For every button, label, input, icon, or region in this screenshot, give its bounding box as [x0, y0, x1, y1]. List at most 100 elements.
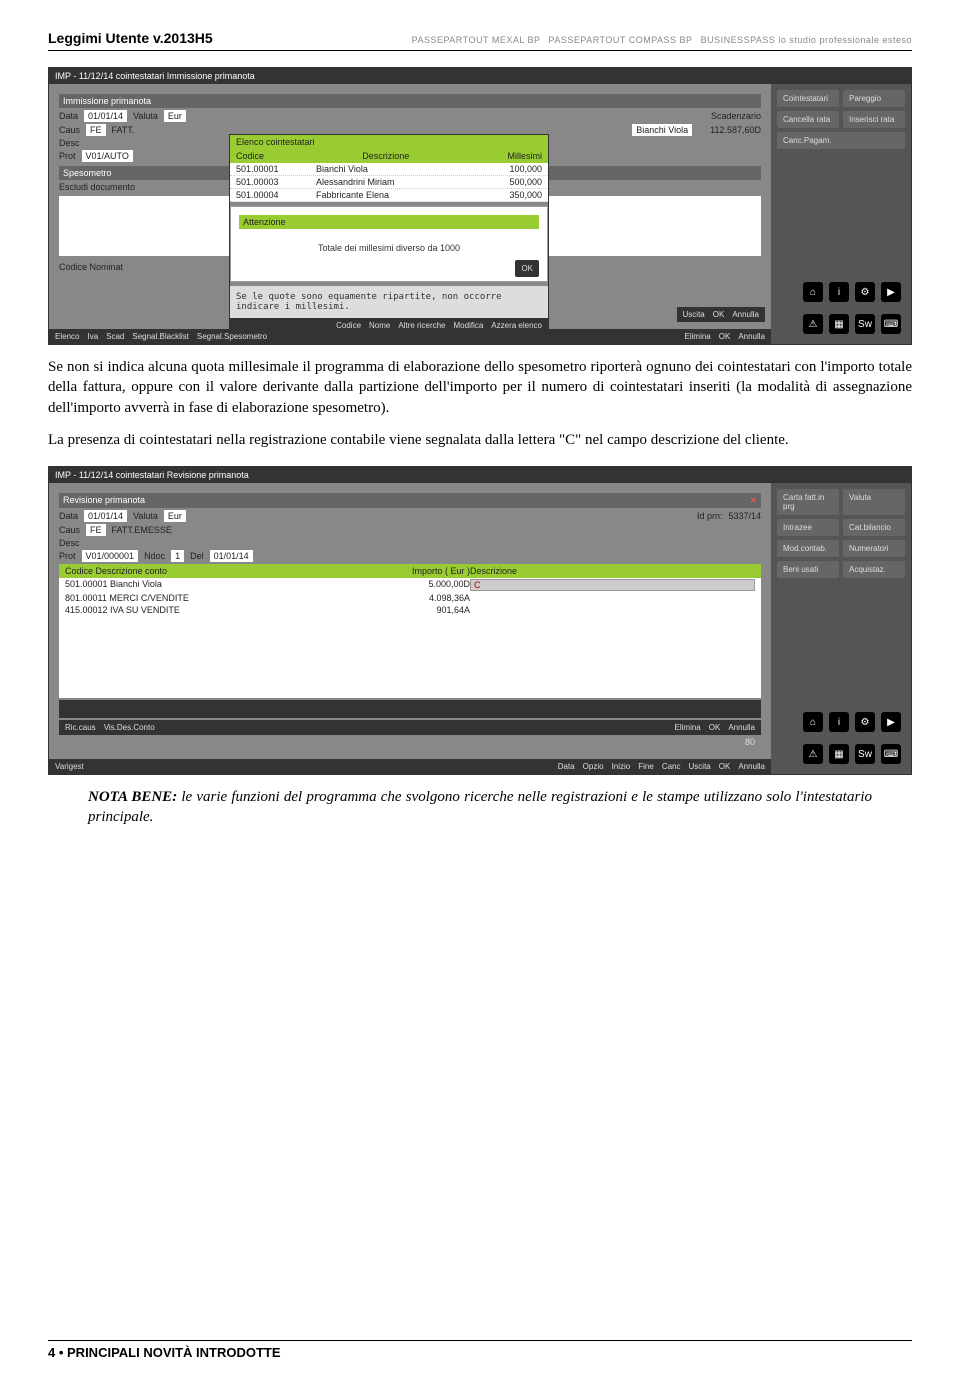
- close-icon[interactable]: ✕: [749, 495, 757, 506]
- opzio-button[interactable]: Opzio: [583, 762, 604, 771]
- side-buttons: Cointestatari Pareggio Cancella rata Ins…: [771, 84, 911, 344]
- sw-icon[interactable]: Sw: [855, 744, 875, 764]
- cointestatari-button[interactable]: Cointestatari: [777, 90, 839, 107]
- annulla-button[interactable]: Annulla: [738, 332, 765, 341]
- main-area: Revisione primanota ✕ Data 01/01/14 Valu…: [49, 483, 771, 774]
- home-icon[interactable]: ⌂: [803, 282, 823, 302]
- info-icon[interactable]: i: [829, 282, 849, 302]
- ok-button[interactable]: OK: [709, 723, 721, 732]
- ok-button[interactable]: OK: [515, 260, 539, 277]
- list-row[interactable]: 501.00003Alessandrini Miriam500,000: [230, 176, 548, 189]
- ndoc-label: Ndoc: [144, 551, 165, 561]
- fine-button[interactable]: Fine: [638, 762, 654, 771]
- caus-field[interactable]: FE: [86, 124, 106, 136]
- list-row[interactable]: 501.00004Fabbricante Elena350,000: [230, 189, 548, 202]
- iva-button[interactable]: Iva: [87, 332, 98, 341]
- escludi-label: Escludi documento: [59, 182, 135, 192]
- settings-icon[interactable]: ⚙: [855, 282, 875, 302]
- th-descr: Descrizione: [470, 566, 755, 576]
- ok-button[interactable]: OK: [713, 310, 725, 319]
- elenco-button[interactable]: Elenco: [55, 332, 79, 341]
- sw-icon[interactable]: Sw: [855, 314, 875, 334]
- acquistaz-button[interactable]: Acquistaz.: [843, 561, 905, 578]
- catbilancio-button[interactable]: Cat.bilancio: [843, 519, 905, 536]
- scad-val[interactable]: Bianchi Viola: [632, 124, 692, 136]
- varigest-button[interactable]: Varigest: [55, 762, 84, 771]
- spesometro-button[interactable]: Segnal.Spesometro: [197, 332, 267, 341]
- th-codice: Codice Descrizione conto: [65, 566, 350, 576]
- brand-compass: PASSEPARTOUT COMPASS BP: [549, 36, 693, 46]
- elimina-button[interactable]: Elimina: [675, 723, 701, 732]
- list-header: Codice Descrizione Millesimi: [230, 149, 548, 163]
- inner-footer1: Uscita OK Annulla: [677, 307, 765, 322]
- intrazee-button[interactable]: Intrazee: [777, 519, 839, 536]
- canc-button[interactable]: Canc: [662, 762, 681, 771]
- play-icon[interactable]: ▶: [881, 282, 901, 302]
- amount-label: 112.587,60D: [710, 125, 761, 135]
- info-icon[interactable]: i: [829, 712, 849, 732]
- screenshot-2: IMP - 11/12/14 cointestatari Revisione p…: [48, 466, 912, 775]
- beniusati-button[interactable]: Beni usati: [777, 561, 839, 578]
- annulla-button[interactable]: Annulla: [738, 762, 765, 771]
- blacklist-button[interactable]: Segnal.Blacklist: [132, 332, 188, 341]
- annulla-button[interactable]: Annulla: [732, 310, 759, 319]
- page-indicator: 80: [59, 735, 761, 749]
- home-icon[interactable]: ⌂: [803, 712, 823, 732]
- idprn-label: Id prn:: [697, 511, 723, 521]
- table-row[interactable]: 415.00012 IVA SU VENDITE901,64A: [59, 604, 761, 616]
- scadenzario-title: Scadenzario: [711, 111, 761, 121]
- data-label: Data: [59, 511, 78, 521]
- del-field[interactable]: 01/01/14: [210, 550, 253, 562]
- elimina-button[interactable]: Elimina: [685, 332, 711, 341]
- prot-field[interactable]: V01/AUTO: [82, 150, 133, 162]
- inner-footer: Ric.caus Vis.Des.Conto Elimina OK Annull…: [59, 720, 761, 735]
- data-button[interactable]: Data: [558, 762, 575, 771]
- valuta-field[interactable]: Eur: [164, 510, 186, 522]
- data-field[interactable]: 01/01/14: [84, 510, 127, 522]
- data-field[interactable]: 01/01/14: [84, 110, 127, 122]
- ok-button[interactable]: OK: [719, 332, 731, 341]
- uscita-button[interactable]: Uscita: [683, 310, 705, 319]
- toolbar-icons-2: ⚠ ▦ Sw ⌨: [777, 310, 905, 338]
- play-icon[interactable]: ▶: [881, 712, 901, 732]
- c-badge: C: [470, 579, 755, 591]
- brand-logos: PASSEPARTOUT MEXAL BP PASSEPARTOUT COMPA…: [412, 36, 912, 46]
- settings-icon[interactable]: ⚙: [855, 712, 875, 732]
- inizio-button[interactable]: Inizio: [612, 762, 631, 771]
- toolbar-icons: ⌂ i ⚙ ▶: [777, 708, 905, 736]
- table-header: Codice Descrizione conto Importo ( Eur )…: [59, 564, 761, 578]
- main-area: Immissione primanota Data 01/01/14 Valut…: [49, 84, 771, 344]
- warning-icon[interactable]: ⚠: [803, 314, 823, 334]
- visdes-button[interactable]: Vis.Des.Conto: [104, 723, 155, 732]
- scad-button[interactable]: Scad: [106, 332, 124, 341]
- caus-field[interactable]: FE: [86, 524, 106, 536]
- hdr-millesimi: Millesimi: [507, 151, 542, 161]
- note-label: NOTA BENE:: [88, 789, 177, 805]
- keyboard-icon[interactable]: ⌨: [881, 744, 901, 764]
- warning-icon[interactable]: ⚠: [803, 744, 823, 764]
- table-row[interactable]: 801.00011 MERCI C/VENDITE4.098,36A: [59, 592, 761, 604]
- caus-label: Caus: [59, 525, 80, 535]
- cancella-rata-button[interactable]: Cancella rata: [777, 111, 839, 128]
- pareggio-button[interactable]: Pareggio: [843, 90, 905, 107]
- cartafatt-button[interactable]: Carta fatt.in prg: [777, 489, 839, 515]
- list-row[interactable]: 501.00001Bianchi Viola100,000: [230, 163, 548, 176]
- annulla-button[interactable]: Annulla: [728, 723, 755, 732]
- grid-icon[interactable]: ▦: [829, 744, 849, 764]
- keyboard-icon[interactable]: ⌨: [881, 314, 901, 334]
- canc-pagam-button[interactable]: Canc.Pagam.: [777, 132, 905, 149]
- valuta-button[interactable]: Valuta: [843, 489, 905, 515]
- modcontab-button[interactable]: Mod.contab.: [777, 540, 839, 557]
- numeratori-button[interactable]: Numeratori: [843, 540, 905, 557]
- grid-icon[interactable]: ▦: [829, 314, 849, 334]
- inserisci-rata-button[interactable]: Inserisci rata: [843, 111, 905, 128]
- uscita-button[interactable]: Uscita: [689, 762, 711, 771]
- hdr-descrizione: Descrizione: [362, 151, 409, 161]
- ndoc-field[interactable]: 1: [171, 550, 184, 562]
- valuta-field[interactable]: Eur: [164, 110, 186, 122]
- screenshot-1: IMP - 11/12/14 cointestatari Immissione …: [48, 67, 912, 345]
- riccaus-button[interactable]: Ric.caus: [65, 723, 96, 732]
- ok-button[interactable]: OK: [719, 762, 731, 771]
- table-row[interactable]: 501.00001 Bianchi Viola5.000,00DC: [59, 578, 761, 592]
- prot-field[interactable]: V01/000001: [82, 550, 139, 562]
